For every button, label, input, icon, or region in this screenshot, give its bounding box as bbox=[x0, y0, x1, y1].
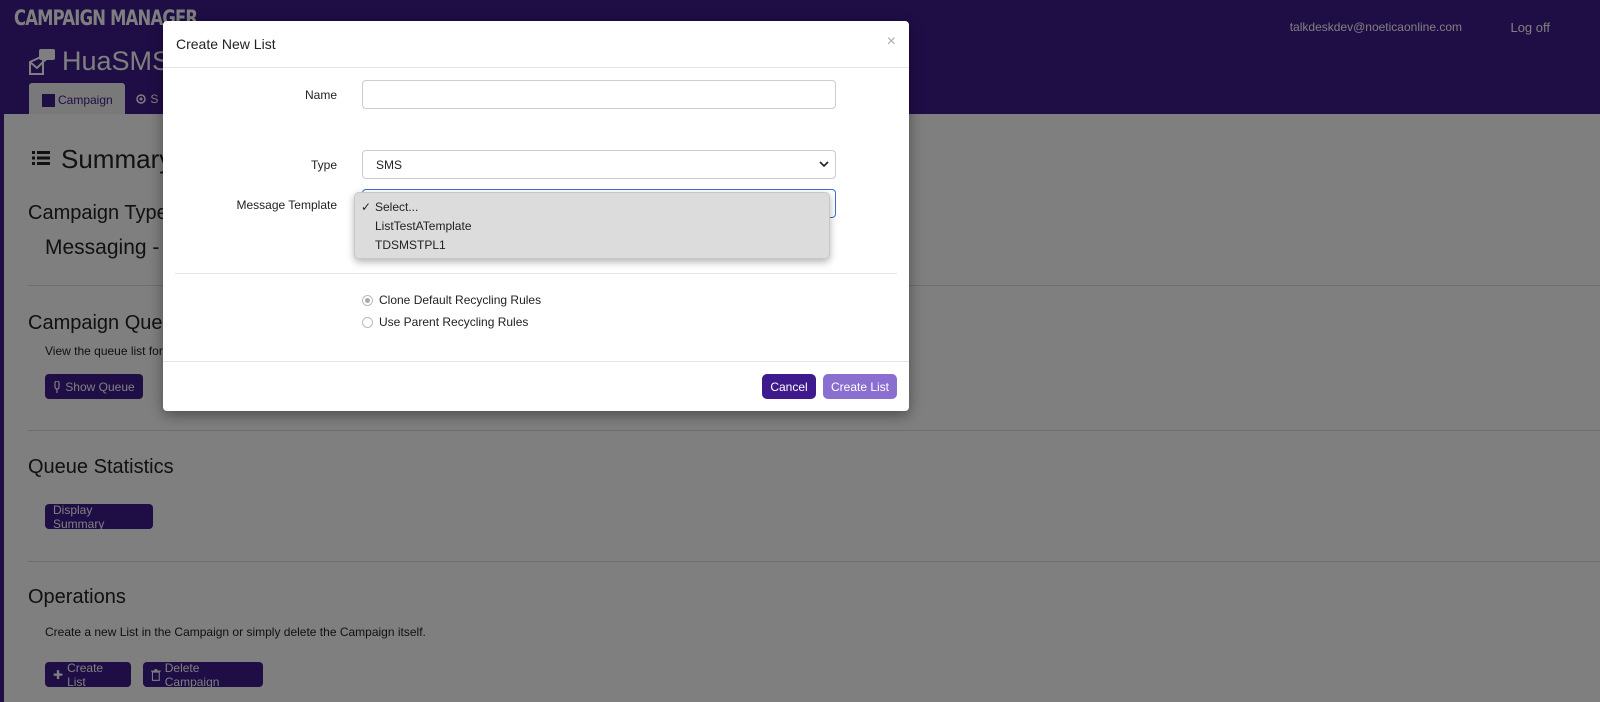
template-option[interactable]: ✓ Select... bbox=[361, 200, 418, 214]
modal-divider bbox=[163, 67, 909, 68]
checkmark-icon: ✓ bbox=[361, 200, 372, 214]
radio-label: Use Parent Recycling Rules bbox=[379, 315, 529, 329]
name-input[interactable] bbox=[362, 80, 836, 109]
create-list-submit-button[interactable]: Create List bbox=[823, 374, 897, 399]
radio-button[interactable] bbox=[362, 294, 373, 306]
type-label: Type bbox=[310, 158, 337, 172]
type-select-value: SMS bbox=[376, 158, 403, 172]
name-label: Name bbox=[304, 88, 337, 102]
cancel-button[interactable]: Cancel bbox=[762, 374, 816, 399]
modal-divider bbox=[163, 361, 909, 362]
template-option[interactable]: TDSMSTPL1 bbox=[375, 238, 446, 252]
template-option-label: TDSMSTPL1 bbox=[375, 238, 446, 252]
radio-label: Clone Default Recycling Rules bbox=[379, 293, 542, 307]
create-list-submit-label: Create List bbox=[830, 379, 890, 394]
radio-use-parent[interactable]: Use Parent Recycling Rules bbox=[362, 315, 528, 329]
modal-title: Create New List bbox=[176, 36, 276, 52]
template-option-label: Select... bbox=[375, 200, 419, 214]
close-icon[interactable]: × bbox=[887, 33, 896, 51]
type-select[interactable]: SMS bbox=[362, 150, 836, 179]
template-option-label: ListTestATemplate bbox=[375, 219, 472, 233]
modal-divider bbox=[175, 273, 897, 274]
create-list-modal: Create New List × Name Type SMS Message … bbox=[163, 21, 909, 411]
chevron-down-icon bbox=[819, 161, 829, 168]
template-dropdown-list: ✓ Select... ListTestATemplate TDSMSTPL1 bbox=[354, 192, 830, 259]
cancel-label: Cancel bbox=[770, 379, 808, 394]
template-option[interactable]: ListTestATemplate bbox=[375, 219, 472, 233]
radio-clone-default[interactable]: Clone Default Recycling Rules bbox=[362, 293, 541, 307]
radio-button[interactable] bbox=[362, 316, 373, 328]
template-label: Message Template bbox=[236, 198, 338, 212]
